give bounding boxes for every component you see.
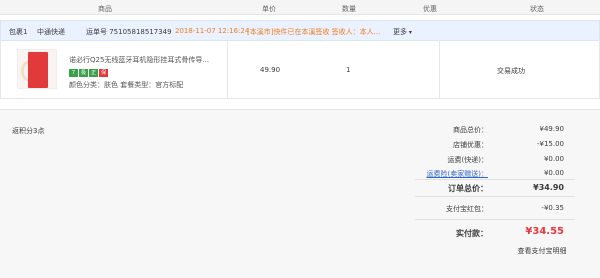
order-total-label: 订单总价： xyxy=(448,184,488,193)
package-label: 包裹1 xyxy=(9,28,28,36)
delivery-time: 2018-11-07 12:16:24 xyxy=(175,27,250,35)
shop-discount-value: -¥15.00 xyxy=(536,140,564,148)
shop-discount-label: 店铺优惠： xyxy=(453,141,488,149)
separator xyxy=(415,219,575,220)
view-alipay-details-button[interactable]: 查看支付宝明细 xyxy=(512,244,572,258)
reward-points: 返积分3点 xyxy=(12,127,45,135)
tracking-number: 运单号 75105818517349 xyxy=(86,28,172,36)
carrier-name: 中通快递 xyxy=(37,28,65,36)
more-dropdown[interactable]: 更多 xyxy=(393,27,412,37)
delivery-status: [本溪市]快件已在本溪签收 签收人：本人... xyxy=(247,28,381,36)
service-badges: 7极正保 xyxy=(69,68,109,77)
product-thumbnail[interactable] xyxy=(17,49,57,89)
genuine-guarantee-icon[interactable]: 正 xyxy=(89,69,98,77)
header-quantity: 数量 xyxy=(342,5,356,13)
header-unit-price: 单价 xyxy=(262,5,276,13)
table-header: 商品 单价 数量 优惠 状态 xyxy=(0,0,600,15)
unit-price: 49.90 xyxy=(260,66,281,74)
header-discount: 优惠 xyxy=(423,5,437,13)
item-quantity: 1 xyxy=(346,66,351,74)
seven-day-return-icon[interactable]: 7 xyxy=(69,69,78,77)
trade-status: 交易成功 xyxy=(497,67,525,75)
shipping-insurance-value: ¥0.00 xyxy=(543,169,564,177)
shipping-value: ¥0.00 xyxy=(543,155,564,163)
header-status: 状态 xyxy=(530,5,544,13)
warranty-icon[interactable]: 保 xyxy=(99,69,108,77)
separator xyxy=(415,196,575,197)
product-box-image xyxy=(28,52,48,88)
actual-payment-label: 实付款： xyxy=(456,229,488,238)
divider xyxy=(227,41,228,98)
goods-total-value: ¥49.90 xyxy=(539,125,565,133)
fast-refund-icon[interactable]: 极 xyxy=(79,69,88,77)
shipping-label: 运费(快递)： xyxy=(447,156,488,164)
actual-payment-value: ¥34.55 xyxy=(525,226,564,237)
package-row: 包裹1 中通快递 运单号 75105818517349 2018-11-07 1… xyxy=(0,20,600,41)
header-product: 商品 xyxy=(98,5,112,13)
goods-total-label: 商品总价： xyxy=(453,126,488,134)
product-spec: 颜色分类：肤色 套餐类型：官方标配 xyxy=(69,81,184,89)
alipay-redpacket-label: 支付宝红包： xyxy=(446,205,488,213)
shipping-insurance-link[interactable]: 运费险(卖家赠送)： xyxy=(427,169,488,179)
divider xyxy=(439,41,440,98)
order-total-value: ¥34.90 xyxy=(533,183,564,192)
separator xyxy=(415,179,575,180)
product-title-link[interactable]: 诺必行Q25无线蓝牙耳机隐形挂耳式骨传导... xyxy=(69,55,209,65)
order-item: 诺必行Q25无线蓝牙耳机隐形挂耳式骨传导... 7极正保 颜色分类：肤色 套餐类… xyxy=(0,41,600,99)
alipay-redpacket-value: -¥0.35 xyxy=(541,204,564,212)
order-summary: 返积分3点 xyxy=(0,109,600,278)
